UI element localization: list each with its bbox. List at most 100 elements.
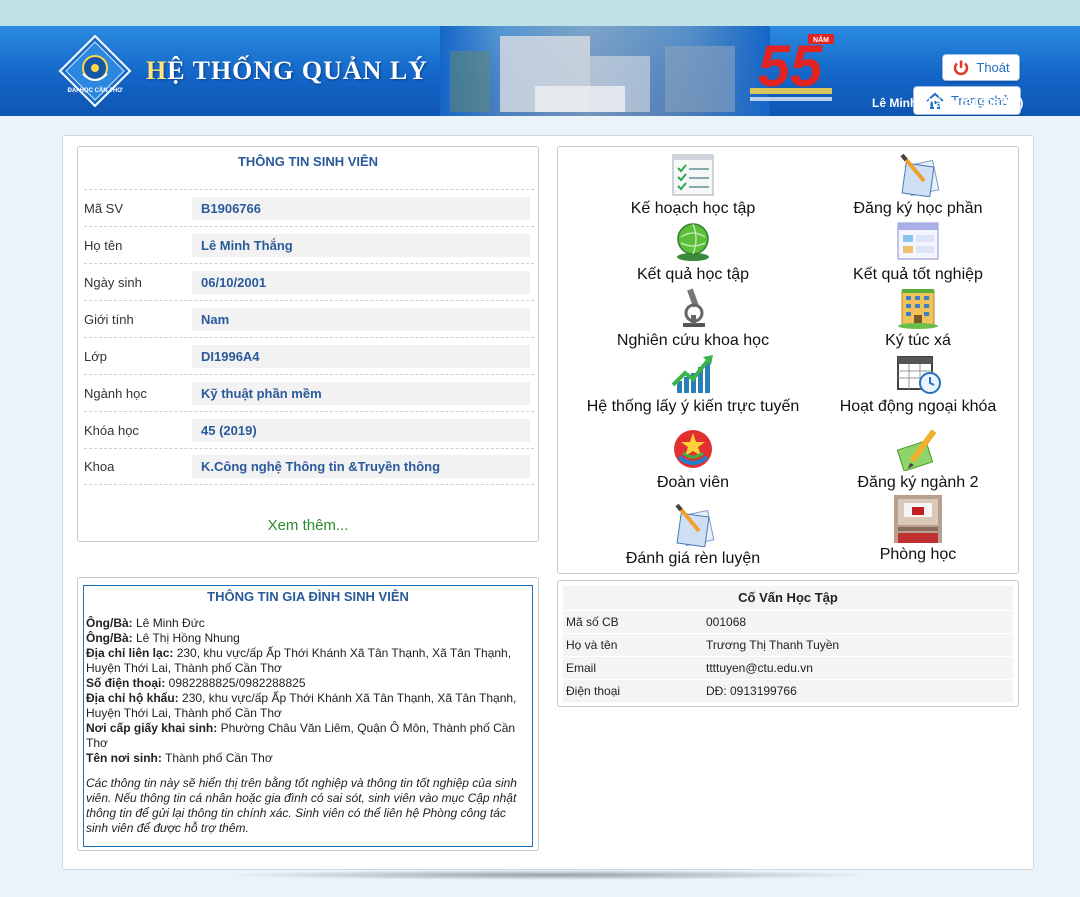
family-info-box: THÔNG TIN GIA ĐÌNH SINH VIÊN Ông/Bà: Lê …: [83, 585, 533, 847]
menu-item-study-results[interactable]: Kết quả học tập: [578, 219, 808, 284]
menu-item-youth-union[interactable]: Đoàn viên: [578, 427, 808, 492]
student-info-row: Mã SV B1906766: [84, 189, 534, 226]
household-address: Địa chỉ hộ khẩu: 230, khu vực/ấp Ấp Thới…: [86, 691, 517, 720]
menu-item-research[interactable]: Nghiên cứu khoa học: [578, 285, 808, 350]
register-course-icon: [900, 153, 940, 197]
menu-item-dormitory[interactable]: Ký túc xá: [803, 285, 1033, 350]
main-shadow: [220, 870, 880, 880]
advisor-field-value: 001068: [703, 609, 1013, 633]
field-value: B1906766: [192, 196, 530, 220]
checklist-icon: [672, 154, 714, 196]
student-info-row: Khóa học 45 (2019): [84, 411, 534, 448]
menu-label: Đăng ký ngành 2: [857, 474, 979, 491]
menu-label: Hoạt động ngoại khóa: [839, 398, 997, 415]
top-strip: [0, 0, 1080, 26]
advisor-title: Cố Vấn Học Tập: [563, 586, 1013, 610]
student-info-row: Ngành học Kỹ thuật phần mềm: [84, 374, 534, 411]
advisor-row: Họ và tên Trương Thị Thanh Tuyền: [563, 632, 1013, 656]
birth-certificate-place: Nơi cấp giấy khai sinh: Phường Châu Văn …: [86, 721, 516, 750]
header-banner: ĐẠI HỌC CẦN THƠ HỆ THỐNG QUẢN LÝ 55 NĂM …: [0, 26, 1080, 116]
field-label: Mã SV: [84, 200, 124, 216]
field-value: Lê Minh Thắng: [192, 233, 530, 257]
system-title: HỆ THỐNG QUẢN LÝ: [146, 56, 429, 85]
growth-chart-icon: [671, 355, 713, 393]
field-label: Khóa học: [84, 422, 139, 438]
birthplace: Tên nơi sinh: Thành phố Cần Thơ: [86, 751, 273, 765]
field-label: Họ tên: [84, 237, 123, 253]
field-label: Lớp: [84, 348, 107, 364]
field-value: DI1996A4: [192, 344, 530, 368]
advisor-field-label: Email: [563, 655, 703, 679]
menu-label: Hệ thống lấy ý kiến trực tuyến: [586, 398, 800, 415]
menu-item-course-registration[interactable]: Đăng ký học phần: [803, 153, 1033, 218]
logout-label: Thoát: [976, 60, 1010, 75]
menu-label: Kết quả học tập: [636, 266, 750, 283]
advisor-panel: Cố Vấn Học Tập Mã số CB 001068 Họ và tên Tr…: [557, 580, 1019, 707]
menu-item-online-survey[interactable]: Hệ thống lấy ý kiến trực tuyến: [578, 351, 808, 416]
building-icon: [898, 289, 938, 329]
menu-label: Kết quả tốt nghiệp: [853, 266, 983, 283]
student-info-rows: Mã SV B1906766 Họ tên Lê Minh Thắng Ngày sin…: [84, 189, 534, 485]
advisor-field-value: Trương Thị Thanh Tuyền: [703, 632, 1013, 656]
advisor-row: Điện thoại DĐ: 0913199766: [563, 678, 1013, 702]
see-more-link[interactable]: Xem thêm...: [78, 517, 538, 534]
parent-1: Ông/Bà: Lê Minh Đức: [86, 616, 205, 630]
field-label: Ngày sinh: [84, 274, 142, 290]
calendar-clock-icon: [897, 356, 941, 394]
menu-item-classroom[interactable]: Phòng học: [803, 495, 1033, 564]
svg-text:NĂM: NĂM: [813, 35, 829, 44]
pencil-book-icon: [896, 429, 937, 471]
student-info-title: THÔNG TIN SINH VIÊN: [237, 154, 379, 169]
classroom-icon: [894, 495, 942, 543]
student-info-row: Họ tên Lê Minh Thắng: [84, 226, 534, 263]
menu-label: Đăng ký học phần: [853, 200, 983, 217]
field-value: 06/10/2001: [192, 270, 530, 294]
field-value: Kỹ thuật phần mềm: [192, 381, 530, 405]
field-label: Ngành học: [84, 385, 147, 401]
ctu-logo: ĐẠI HỌC CẦN THƠ: [58, 34, 132, 108]
current-user: Lê Minh Thắng (B1906766): [872, 96, 1024, 110]
student-info-row: Lớp DI1996A4: [84, 337, 534, 374]
menu-item-conduct-evaluation[interactable]: Đánh giá rèn luyện: [578, 503, 808, 568]
family-info-panel: THÔNG TIN GIA ĐÌNH SINH VIÊN Ông/Bà: Lê …: [77, 577, 539, 851]
field-value: K.Công nghệ Thông tin &Truyền thông: [192, 455, 530, 478]
menu-label: Ký túc xá: [885, 332, 951, 349]
logout-button[interactable]: Thoát: [942, 54, 1020, 81]
svg-text:ĐẠI HỌC CẦN THƠ: ĐẠI HỌC CẦN THƠ: [68, 87, 124, 94]
student-info-panel: THÔNG TIN SINH VIÊN Mã SV B1906766 Họ tên L…: [77, 146, 539, 542]
globe-results-icon: [677, 223, 709, 261]
menu-item-study-plan[interactable]: Kế hoạch học tập: [578, 153, 808, 218]
advisor-row: Mã số CB 001068: [563, 609, 1013, 633]
menu-label: Kế hoạch học tập: [630, 200, 756, 217]
campus-photo: [440, 26, 770, 116]
anniversary-55-badge: 55 NĂM: [750, 34, 834, 101]
menu-label: Phòng học: [879, 546, 957, 563]
evaluation-icon: [675, 503, 715, 547]
advisor-table: Cố Vấn Học Tập Mã số CB 001068 Họ và tên Tr…: [563, 586, 1013, 702]
menu-item-extracurricular[interactable]: Hoạt động ngoại khóa: [803, 351, 1033, 416]
advisor-field-label: Mã số CB: [563, 609, 703, 633]
advisor-row: Email ttttuyen@ctu.edu.vn: [563, 655, 1013, 679]
youth-union-icon: [674, 430, 712, 468]
parent-2: Ông/Bà: Lê Thị Hồng Nhung: [86, 631, 240, 645]
window-grid-icon: [897, 222, 939, 260]
field-label: Giới tính: [84, 311, 134, 327]
advisor-field-label: Điện thoại: [563, 678, 703, 702]
menu-item-second-major[interactable]: Đăng ký ngành 2: [803, 427, 1033, 492]
student-info-row: Giới tính Nam: [84, 300, 534, 337]
menu-label: Nghiên cứu khoa học: [616, 332, 770, 349]
advisor-field-label: Họ và tên: [563, 632, 703, 656]
phone-number: Số điện thoại: 0982288825/0982288825: [86, 676, 306, 690]
field-value: Nam: [192, 307, 530, 331]
student-info-row: Ngày sinh 06/10/2001: [84, 263, 534, 300]
family-info-title: THÔNG TIN GIA ĐÌNH SINH VIÊN: [207, 589, 409, 604]
microscope-icon: [683, 288, 705, 327]
student-info-row: Khoa K.Công nghệ Thông tin &Truyền thông: [84, 448, 534, 485]
menu-item-graduation-results[interactable]: Kết quả tốt nghiệp: [803, 219, 1033, 284]
contact-address: Địa chỉ liên lạc: 230, khu vực/ấp Ấp Thớ…: [86, 646, 512, 675]
menu-label: Đoàn viên: [656, 474, 730, 491]
field-value: 45 (2019): [192, 418, 530, 442]
feature-menu-panel: Kế hoạch học tập Đăng ký học phần Kết qu…: [557, 146, 1019, 574]
advisor-field-value: DĐ: 0913199766: [703, 678, 1013, 702]
field-label: Khoa: [84, 459, 115, 474]
